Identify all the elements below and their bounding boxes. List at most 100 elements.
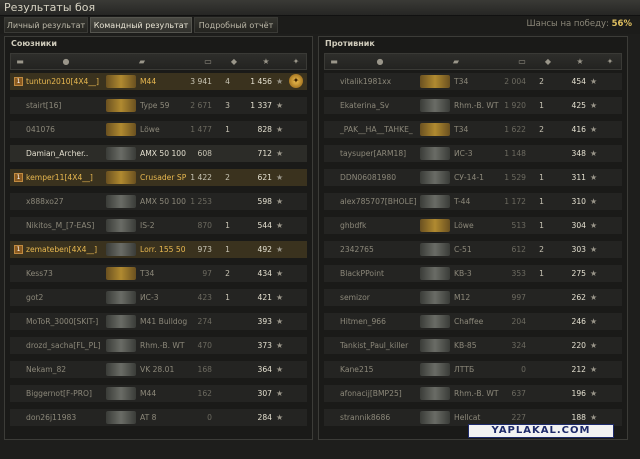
table-row[interactable]: ghbdfk Löwe 513 1 304 ★	[324, 217, 622, 235]
table-row[interactable]: Kane215 ЛТТБ 0 212 ★	[324, 361, 622, 379]
table-row[interactable]: semizor M12 997 262 ★	[324, 289, 622, 307]
win-chance: Шансы на победу: 56%	[527, 19, 632, 29]
table-row[interactable]: Ekaterina_Sv Rhm.-B. WT 1 920 1 425 ★	[324, 97, 622, 115]
damage-value: 162	[197, 389, 213, 398]
tank-icon	[420, 339, 450, 352]
xp-value: 1 337	[250, 101, 272, 110]
damage-value: 2 004	[504, 77, 526, 86]
table-row[interactable]: 2342765 C-51 612 2 303 ★	[324, 241, 622, 259]
table-row[interactable]: Hitmen_966 Chaffee 204 246 ★	[324, 313, 622, 331]
table-row[interactable]: don26j11983 AT 8 0 284 ★	[10, 409, 307, 427]
table-row[interactable]: afonacij[BMP25] Rhm.-B. WT 637 196 ★	[324, 385, 622, 403]
tab-detailed[interactable]: Подробный отчёт	[194, 17, 278, 33]
damage-value: 470	[197, 341, 213, 350]
tank-sort-icon[interactable]: ▰	[131, 56, 153, 67]
player-name: strannik8686	[340, 413, 391, 422]
xp-star-icon: ★	[590, 245, 598, 254]
footer-bar	[0, 440, 640, 459]
damage-value: 353	[511, 269, 527, 278]
xp-sort-icon[interactable]: ★	[573, 56, 587, 67]
tank-name: Löwe	[454, 221, 474, 230]
tank-name: KB-3	[454, 269, 472, 278]
xp-star-icon: ★	[590, 365, 598, 374]
xp-value: 621	[257, 173, 273, 182]
platoon-sort-icon[interactable]: ▬	[327, 56, 341, 67]
damage-sort-icon[interactable]: ▭	[201, 56, 215, 67]
table-row[interactable]: Nikitos_M_[7-EAS] IS-2 870 1 544 ★	[10, 217, 307, 235]
table-row[interactable]: DDN06081980 СУ-14-1 1 529 1 311 ★	[324, 169, 622, 187]
table-row[interactable]: stairt[16] Type 59 2 671 3 1 337 ★	[10, 97, 307, 115]
table-row[interactable]: Tankist_Paul_killer KB-85 324 220 ★	[324, 337, 622, 355]
tank-icon	[420, 291, 450, 304]
table-row[interactable]: Damian_Archer.. AMX 50 100 608 712 ★	[10, 145, 307, 163]
medal-sort-icon[interactable]: ✦	[289, 56, 303, 67]
tank-name: Rhm.-B. WT	[454, 101, 499, 110]
table-row[interactable]: Kess73 T34 97 2 434 ★	[10, 265, 307, 283]
player-name: ghbdfk	[340, 221, 367, 230]
player-sort-icon[interactable]: ●	[59, 56, 73, 67]
medal-sort-icon[interactable]: ✦	[603, 56, 617, 67]
xp-value: 828	[257, 125, 273, 134]
medal-icon[interactable]: ✦	[289, 74, 303, 88]
table-row[interactable]: _PAK__HA__TAHKE_ T34 1 622 2 416 ★	[324, 121, 622, 139]
xp-star-icon: ★	[276, 245, 284, 254]
table-row[interactable]: Nekam_82 VK 28.01 168 364 ★	[10, 361, 307, 379]
platoon-sort-icon[interactable]: ▬	[13, 56, 27, 67]
tank-icon	[420, 147, 450, 160]
xp-star-icon: ★	[590, 317, 598, 326]
tank-icon	[106, 339, 136, 352]
table-row[interactable]: 041076 Löwe 1 477 1 828 ★	[10, 121, 307, 139]
xp-sort-icon[interactable]: ★	[259, 56, 273, 67]
table-row[interactable]: Biggernot[F-PRO] M44 162 307 ★	[10, 385, 307, 403]
xp-value: 310	[571, 197, 587, 206]
table-row[interactable]: x888xo27 AMX 50 100 1 253 598 ★	[10, 193, 307, 211]
player-name: don26j11983	[26, 413, 77, 422]
xp-star-icon: ★	[590, 101, 598, 110]
damage-value: 997	[511, 293, 527, 302]
damage-value: 3 941	[190, 77, 212, 86]
allies-panel: Союзники ▬ ● ▰ ▭ ◆ ★ ✦ 1 tuntun2010[4X4__…	[4, 36, 313, 440]
damage-value: 1 172	[504, 197, 526, 206]
tank-name: IS-2	[140, 221, 155, 230]
kills-sort-icon[interactable]: ◆	[227, 56, 241, 67]
table-row[interactable]: 1 tuntun2010[4X4__] M44 3 941 4 1 456 ★ ✦	[10, 73, 307, 91]
player-name: Damian_Archer..	[26, 149, 89, 158]
table-row[interactable]: BlackPPoint KB-3 353 1 275 ★	[324, 265, 622, 283]
table-row[interactable]: alex785707[BHOLE] T-44 1 172 1 310 ★	[324, 193, 622, 211]
player-name: Hitmen_966	[340, 317, 386, 326]
tank-icon	[106, 291, 136, 304]
tank-name: AT 8	[140, 413, 157, 422]
table-row[interactable]: vitalik1981xx T34 2 004 2 454 ★	[324, 73, 622, 91]
tank-icon	[420, 219, 450, 232]
xp-value: 212	[571, 365, 587, 374]
xp-star-icon: ★	[276, 317, 284, 326]
table-row[interactable]: 1 zemateben[4X4__] Lorr. 155 50 973 1 492 ★	[10, 241, 307, 259]
table-row[interactable]: MoToR_3000[SKIT-] M41 Bulldog 274 393 ★	[10, 313, 307, 331]
tab-personal[interactable]: Личный результат	[4, 17, 88, 33]
tank-icon	[106, 267, 136, 280]
xp-value: 425	[571, 101, 587, 110]
xp-value: 311	[571, 173, 587, 182]
table-row[interactable]: taysuper[ARM18] ИС-3 1 148 348 ★	[324, 145, 622, 163]
table-row[interactable]: got2 ИС-3 423 1 421 ★	[10, 289, 307, 307]
tank-sort-icon[interactable]: ▰	[445, 56, 467, 67]
damage-value: 168	[197, 365, 213, 374]
tank-icon	[420, 99, 450, 112]
tank-icon	[106, 123, 136, 136]
tank-icon	[106, 147, 136, 160]
window-title: Результаты боя	[4, 1, 96, 14]
xp-star-icon: ★	[276, 77, 284, 86]
xp-star-icon: ★	[590, 221, 598, 230]
tank-name: ЛТТБ	[454, 365, 475, 374]
tab-team[interactable]: Командный результат	[90, 17, 192, 33]
kills-sort-icon[interactable]: ◆	[541, 56, 555, 67]
player-sort-icon[interactable]: ●	[373, 56, 387, 67]
table-row[interactable]: 1 kemper11[4X4__] Crusader SP 1 422 2 621 ★	[10, 169, 307, 187]
kills-value: 1	[225, 221, 230, 230]
damage-sort-icon[interactable]: ▭	[515, 56, 529, 67]
platoon-icon: 1	[14, 77, 23, 86]
damage-value: 612	[511, 245, 527, 254]
table-row[interactable]: drozd_sacha[FL_PL] Rhm.-B. WT 470 373 ★	[10, 337, 307, 355]
player-name: DDN06081980	[340, 173, 397, 182]
enemies-title: Противник	[325, 39, 375, 48]
